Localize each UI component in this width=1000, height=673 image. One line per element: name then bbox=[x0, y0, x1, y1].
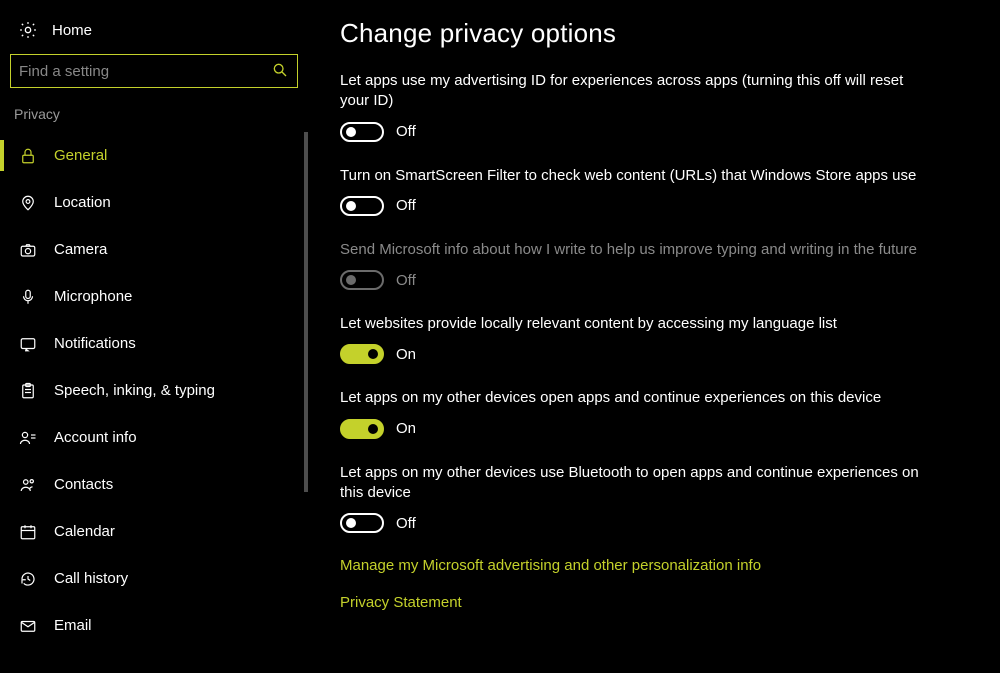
toggle-row: Off bbox=[340, 270, 970, 290]
search-wrap bbox=[10, 54, 298, 88]
toggle-row: On bbox=[340, 419, 970, 439]
toggle-state: On bbox=[396, 420, 416, 437]
sidebar: Home Privacy General Location bbox=[0, 0, 308, 673]
contacts-icon bbox=[18, 476, 38, 494]
home-nav[interactable]: Home bbox=[0, 14, 308, 54]
setting-advertising-id: Let apps use my advertising ID for exper… bbox=[340, 71, 970, 142]
setting-bluetooth-cross-device: Let apps on my other devices use Bluetoo… bbox=[340, 463, 970, 534]
sidebar-item-label: Contacts bbox=[54, 476, 113, 493]
lock-icon bbox=[18, 147, 38, 165]
sidebar-item-location[interactable]: Location bbox=[0, 179, 308, 226]
home-label: Home bbox=[52, 22, 92, 39]
toggle-state: Off bbox=[396, 515, 416, 532]
toggle-state: Off bbox=[396, 272, 416, 289]
setting-desc: Let apps use my advertising ID for exper… bbox=[340, 71, 930, 112]
sidebar-item-label: Location bbox=[54, 194, 111, 211]
toggle-row: Off bbox=[340, 513, 970, 533]
sidebar-item-accountinfo[interactable]: Account info bbox=[0, 414, 308, 461]
toggle-switch[interactable] bbox=[340, 344, 384, 364]
sidebar-item-general[interactable]: General bbox=[0, 132, 308, 179]
camera-icon bbox=[18, 241, 38, 259]
email-icon bbox=[18, 617, 38, 635]
page-title: Change privacy options bbox=[340, 18, 970, 49]
sidebar-item-calendar[interactable]: Calendar bbox=[0, 508, 308, 555]
sidebar-item-label: Call history bbox=[54, 570, 128, 587]
toggle-switch[interactable] bbox=[340, 196, 384, 216]
toggle-row: On bbox=[340, 344, 970, 364]
setting-desc: Let websites provide locally relevant co… bbox=[340, 314, 930, 334]
sidebar-item-email[interactable]: Email bbox=[0, 602, 308, 649]
setting-desc: Let apps on my other devices use Bluetoo… bbox=[340, 463, 930, 504]
location-icon bbox=[18, 194, 38, 212]
sidebar-item-speech[interactable]: Speech, inking, & typing bbox=[0, 367, 308, 414]
nav-list: General Location Camera bbox=[0, 132, 308, 652]
sidebar-item-camera[interactable]: Camera bbox=[0, 226, 308, 273]
microphone-icon bbox=[18, 288, 38, 306]
calendar-icon bbox=[18, 523, 38, 541]
history-icon bbox=[18, 570, 38, 588]
setting-cross-device: Let apps on my other devices open apps a… bbox=[340, 388, 970, 438]
gear-icon bbox=[18, 20, 38, 40]
setting-language-list: Let websites provide locally relevant co… bbox=[340, 314, 970, 364]
toggle-switch[interactable] bbox=[340, 513, 384, 533]
toggle-switch[interactable] bbox=[340, 122, 384, 142]
toggle-switch bbox=[340, 270, 384, 290]
sidebar-item-label: Account info bbox=[54, 429, 137, 446]
sidebar-item-microphone[interactable]: Microphone bbox=[0, 273, 308, 320]
search-input[interactable] bbox=[10, 54, 298, 88]
sidebar-item-callhistory[interactable]: Call history bbox=[0, 555, 308, 602]
sidebar-scrollbar[interactable] bbox=[300, 132, 308, 652]
link-privacy-statement[interactable]: Privacy Statement bbox=[340, 594, 970, 611]
toggle-row: Off bbox=[340, 196, 970, 216]
toggle-state: Off bbox=[396, 123, 416, 140]
setting-typing-info: Send Microsoft info about how I write to… bbox=[340, 240, 970, 290]
link-manage-advertising[interactable]: Manage my Microsoft advertising and othe… bbox=[340, 557, 970, 574]
setting-desc: Turn on SmartScreen Filter to check web … bbox=[340, 166, 930, 186]
toggle-switch[interactable] bbox=[340, 419, 384, 439]
setting-desc: Send Microsoft info about how I write to… bbox=[340, 240, 930, 260]
sidebar-item-notifications[interactable]: Notifications bbox=[0, 320, 308, 367]
account-icon bbox=[18, 429, 38, 447]
toggle-row: Off bbox=[340, 122, 970, 142]
toggle-state: Off bbox=[396, 197, 416, 214]
sidebar-item-label: Notifications bbox=[54, 335, 136, 352]
sidebar-item-label: Speech, inking, & typing bbox=[54, 382, 215, 399]
scrollbar-thumb[interactable] bbox=[304, 132, 308, 492]
sidebar-item-contacts[interactable]: Contacts bbox=[0, 461, 308, 508]
sidebar-item-label: Camera bbox=[54, 241, 107, 258]
notifications-icon bbox=[18, 335, 38, 353]
clipboard-icon bbox=[18, 382, 38, 400]
sidebar-item-label: General bbox=[54, 147, 107, 164]
sidebar-item-label: Email bbox=[54, 617, 92, 634]
sidebar-item-label: Calendar bbox=[54, 523, 115, 540]
sidebar-item-label: Microphone bbox=[54, 288, 132, 305]
setting-smartscreen: Turn on SmartScreen Filter to check web … bbox=[340, 166, 970, 216]
toggle-state: On bbox=[396, 346, 416, 363]
section-label: Privacy bbox=[0, 106, 308, 132]
main-panel: Change privacy options Let apps use my a… bbox=[308, 0, 1000, 673]
setting-desc: Let apps on my other devices open apps a… bbox=[340, 388, 930, 408]
